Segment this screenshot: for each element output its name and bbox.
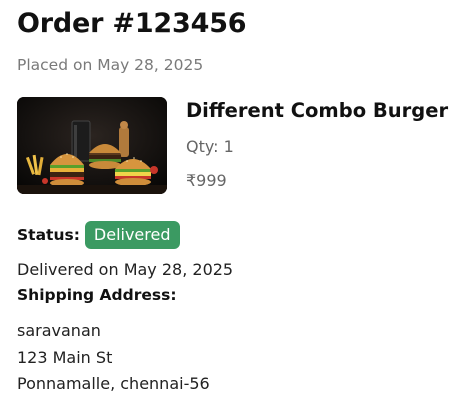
order-placed-date: Placed on May 28, 2025 [17, 56, 204, 74]
address-line-name: saravanan [17, 321, 101, 340]
product-image [17, 97, 167, 194]
status-label: Status: [17, 226, 80, 244]
shipping-address: saravanan 123 Main St Ponnamalle, chenna… [17, 318, 210, 398]
delivered-date: Delivered on May 28, 2025 [17, 260, 234, 279]
status-badge: Delivered [84, 221, 180, 249]
order-title: Order #123456 [17, 8, 247, 39]
product-price: ₹999 [186, 171, 227, 190]
product-quantity: Qty: 1 [186, 137, 234, 156]
shipping-address-label: Shipping Address: [17, 286, 177, 304]
address-line-city: Ponnamalle, chennai-56 [17, 374, 210, 393]
product-name[interactable]: Different Combo Burger [186, 99, 448, 122]
status-row: Status: Delivered [17, 221, 180, 249]
address-line-street: 123 Main St [17, 347, 113, 367]
